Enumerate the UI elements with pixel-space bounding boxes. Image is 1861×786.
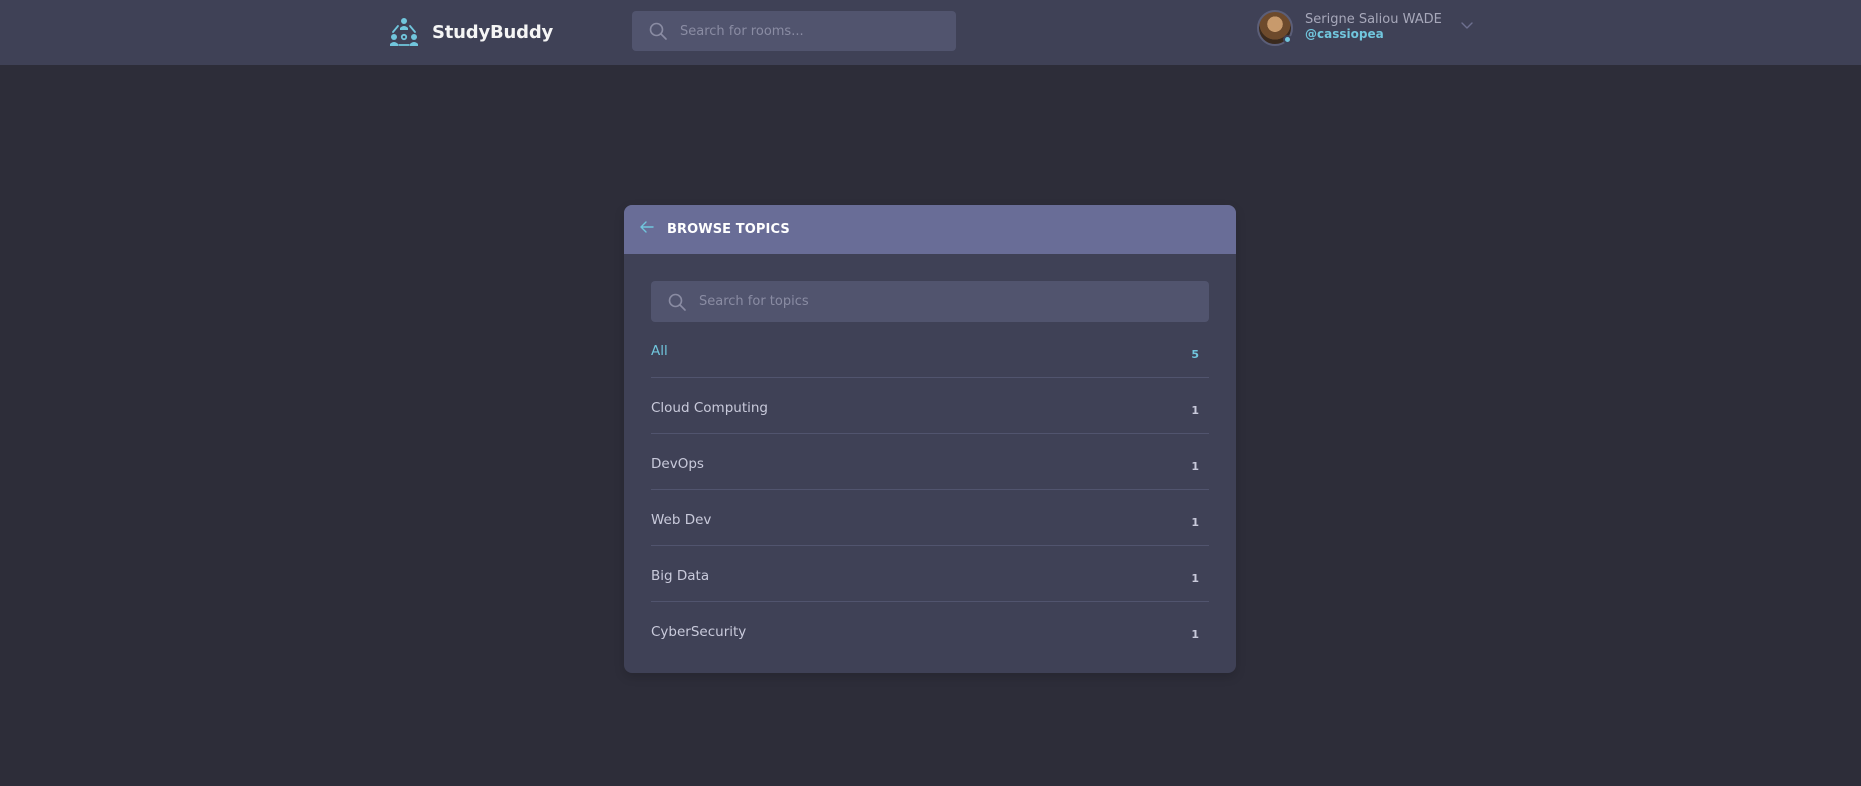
- topic-item-devops[interactable]: DevOps 1: [651, 434, 1209, 490]
- studybuddy-logo-icon: [390, 18, 418, 46]
- topic-count: 1: [1191, 460, 1199, 473]
- topic-list: All 5 Cloud Computing 1 DevOps 1 Web Dev…: [651, 322, 1209, 658]
- online-status-dot: [1283, 35, 1292, 44]
- topic-label: Web Dev: [651, 512, 712, 528]
- topic-count: 5: [1191, 348, 1199, 361]
- topic-label: Big Data: [651, 568, 710, 584]
- avatar[interactable]: [1257, 10, 1293, 46]
- room-search-bar: [632, 11, 956, 51]
- topic-count: 1: [1191, 404, 1199, 417]
- user-menu[interactable]: Serigne Saliou WADE @cassiopea: [1257, 10, 1474, 46]
- search-icon: [649, 22, 667, 40]
- brand-name: StudyBuddy: [432, 21, 554, 43]
- card-title: BROWSE TOPICS: [667, 222, 790, 237]
- card-body: All 5 Cloud Computing 1 DevOps 1 Web Dev…: [624, 281, 1236, 658]
- user-handle: @cassiopea: [1305, 27, 1384, 41]
- topic-count: 1: [1191, 516, 1199, 529]
- room-search-input[interactable]: [680, 23, 940, 39]
- arrow-left-icon[interactable]: [638, 218, 656, 236]
- browse-topics-card: BROWSE TOPICS All 5 Cloud Computing 1 De…: [624, 205, 1236, 673]
- user-info: Serigne Saliou WADE @cassiopea: [1305, 10, 1442, 42]
- topic-count: 1: [1191, 572, 1199, 585]
- topic-item-all[interactable]: All 5: [651, 322, 1209, 378]
- top-navigation-bar: StudyBuddy Serigne Saliou WADE @cassiope…: [0, 0, 1861, 65]
- user-name: Serigne Saliou WADE: [1305, 12, 1442, 27]
- topic-label: CyberSecurity: [651, 624, 747, 640]
- topic-search-input[interactable]: [699, 294, 1179, 309]
- brand-logo-link[interactable]: StudyBuddy: [388, 16, 553, 48]
- topic-label: Cloud Computing: [651, 400, 768, 416]
- search-icon: [668, 293, 686, 311]
- topic-item-web-dev[interactable]: Web Dev 1: [651, 490, 1209, 546]
- chevron-down-icon[interactable]: [1460, 18, 1474, 32]
- topic-label: All: [651, 343, 668, 359]
- topic-search-bar: [651, 281, 1209, 322]
- topic-item-big-data[interactable]: Big Data 1: [651, 546, 1209, 602]
- topic-item-cybersecurity[interactable]: CyberSecurity 1: [651, 602, 1209, 658]
- card-header: BROWSE TOPICS: [624, 205, 1236, 254]
- topic-count: 1: [1191, 628, 1199, 641]
- topic-label: DevOps: [651, 456, 704, 472]
- topic-item-cloud-computing[interactable]: Cloud Computing 1: [651, 378, 1209, 434]
